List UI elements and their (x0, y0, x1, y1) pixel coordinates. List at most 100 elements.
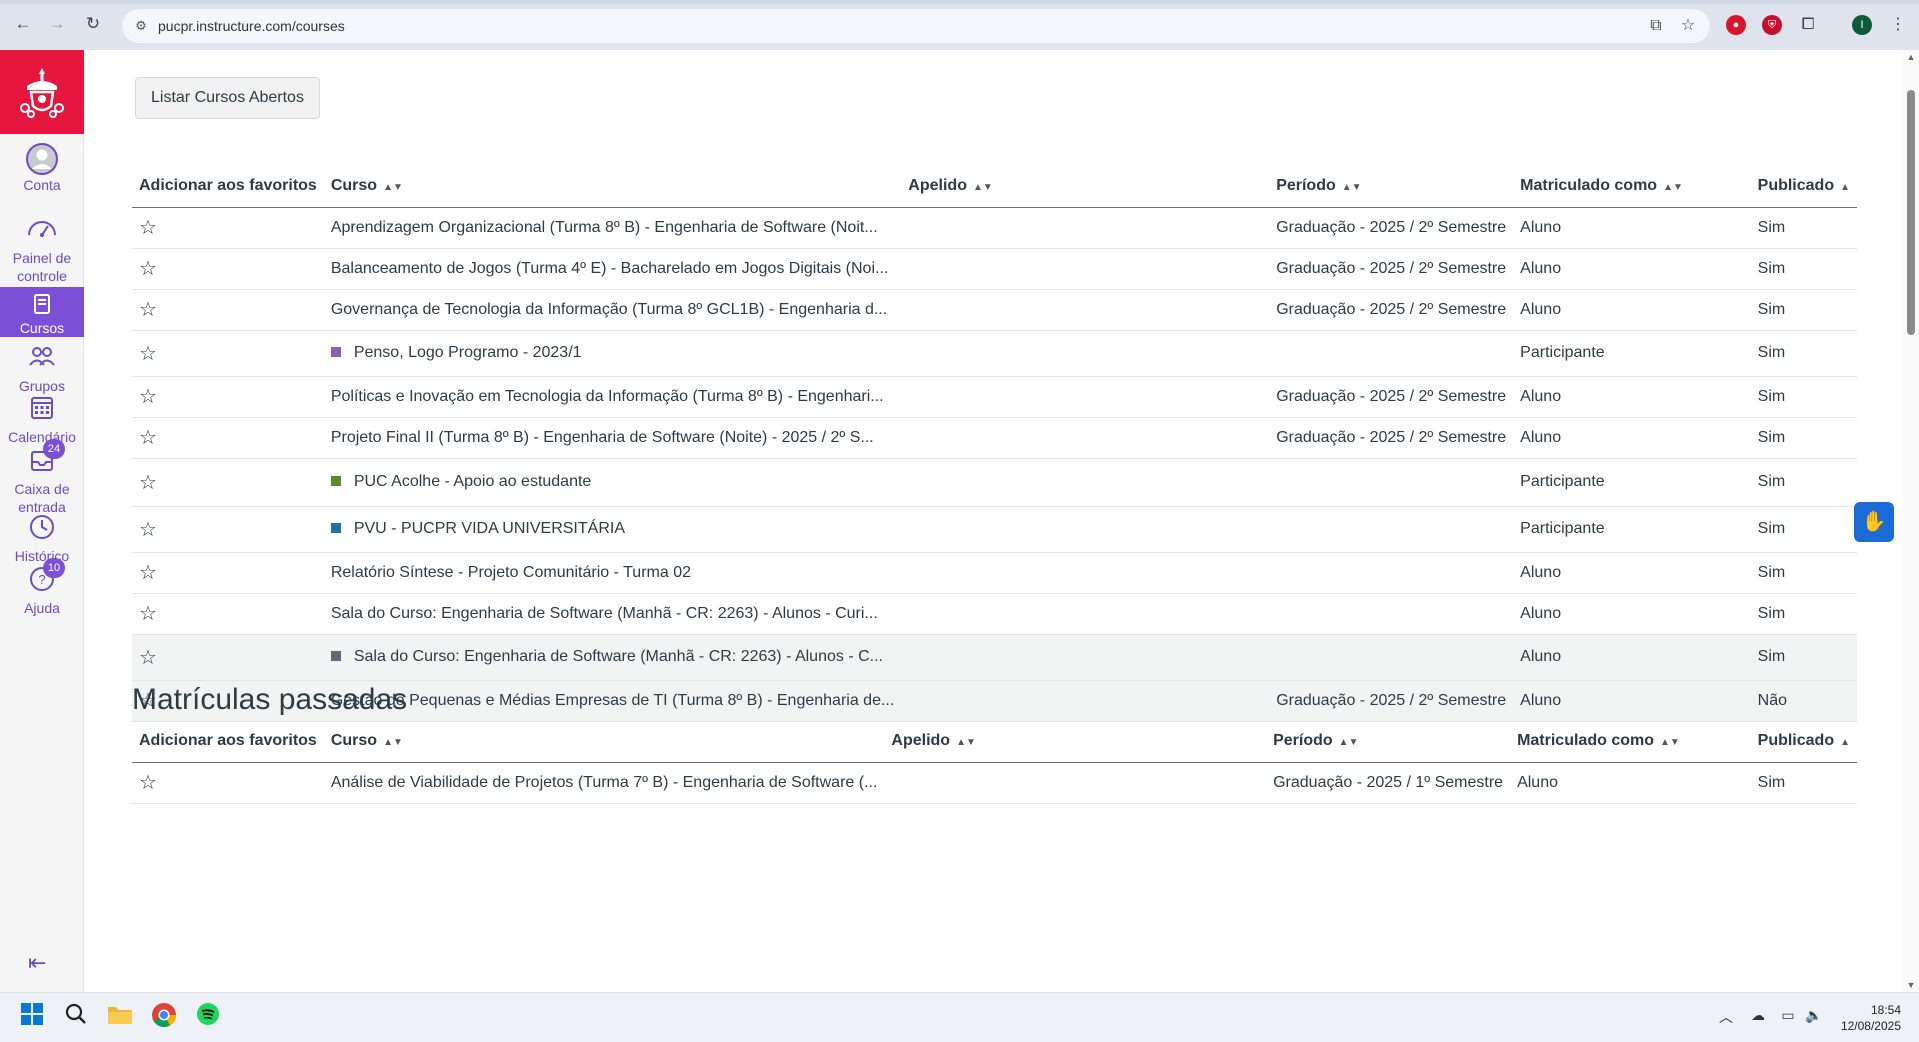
course-name[interactable]: Governança de Tecnologia da Informação (… (331, 301, 887, 318)
nav-item-inbox[interactable]: 24 Caixa de entrada (0, 439, 84, 516)
nav-item-groups[interactable]: Grupos (0, 343, 84, 395)
course-link[interactable]: Gestão de Pequenas e Médias Empresas de … (323, 680, 902, 722)
table-header-row: Adicionar aos favoritos Curso ▲▼ Apelido ▲… (132, 165, 1857, 208)
course-link[interactable]: Governança de Tecnologia da Informação (… (323, 289, 902, 331)
favorite-star-icon[interactable]: ☆ (132, 552, 324, 594)
nav-item-courses[interactable]: Cursos (0, 287, 84, 337)
course-name[interactable]: Gestão de Pequenas e Médias Empresas de … (331, 692, 894, 709)
bookmark-star-icon[interactable]: ☆ (1678, 16, 1698, 36)
back-icon[interactable]: ← (12, 13, 34, 35)
tray-network-icon[interactable]: ▭ (1778, 1007, 1798, 1027)
reload-icon[interactable]: ↻ (82, 13, 104, 35)
favorite-star-icon[interactable]: ☆ (132, 248, 324, 290)
nav-item-dashboard[interactable]: Painel de controle (0, 215, 84, 285)
extension-shield-icon[interactable]: ⛨ (1762, 15, 1782, 35)
col-favorite: Adicionar aos favoritos (132, 720, 324, 763)
search-icon[interactable] (60, 1002, 92, 1034)
course-link[interactable]: Aprendizagem Organizacional (Turma 8º B)… (323, 207, 902, 249)
col-term[interactable]: Período ▲▼ (1269, 165, 1514, 208)
menu-kebab-icon[interactable]: ⋮ (1888, 15, 1908, 35)
course-link[interactable]: Políticas e Inovação em Tecnologia da In… (323, 376, 902, 418)
chrome-browser-icon[interactable] (148, 1002, 180, 1034)
course-published: Sim (1750, 376, 1857, 418)
course-name[interactable]: Penso, Logo Programo - 2023/1 (354, 344, 582, 361)
course-term: Graduação - 2025 / 2º Semestre (1269, 248, 1514, 290)
favorite-star-icon[interactable]: ☆ (132, 762, 324, 804)
tray-volume-icon[interactable]: 🔈 (1804, 1007, 1824, 1027)
course-name[interactable]: Políticas e Inovação em Tecnologia da In… (331, 388, 884, 405)
install-app-icon[interactable]: ⧉ (1646, 16, 1666, 36)
col-published[interactable]: Publicado ▲ (1750, 165, 1857, 208)
file-explorer-icon[interactable] (104, 1002, 136, 1034)
col-course[interactable]: Curso ▲▼ (323, 165, 902, 208)
favorite-star-icon[interactable]: ☆ (132, 593, 324, 635)
favorite-star-icon[interactable]: ☆ (132, 506, 324, 553)
col-course[interactable]: Curso ▲▼ (323, 720, 885, 763)
course-nickname (901, 506, 1270, 553)
course-link[interactable]: Balanceamento de Jogos (Turma 4º E) - Ba… (323, 248, 902, 290)
course-name[interactable]: Balanceamento de Jogos (Turma 4º E) - Ba… (331, 260, 889, 277)
address-bar[interactable]: ⚙ pucpr.instructure.com/courses ⧉ ☆ (122, 9, 1710, 43)
tray-overflow-chevron-icon[interactable]: ︿ (1716, 1007, 1736, 1027)
col-term[interactable]: Período ▲▼ (1266, 720, 1511, 763)
course-link[interactable]: Sala do Curso: Engenharia de Software (M… (323, 593, 902, 635)
course-name[interactable]: Aprendizagem Organizacional (Turma 8º B)… (331, 219, 878, 236)
col-enrolled-as[interactable]: Matriculado como ▲▼ (1510, 720, 1751, 763)
course-name[interactable]: Projeto Final II (Turma 8º B) - Engenhar… (331, 429, 874, 446)
system-clock[interactable]: 18:54 12/08/2025 (1841, 1002, 1901, 1034)
favorite-star-icon[interactable]: ☆ (132, 330, 324, 377)
profile-avatar[interactable]: I (1852, 15, 1872, 35)
accessibility-sign-language-icon[interactable]: ✋ (1854, 502, 1894, 542)
col-nickname[interactable]: Apelido ▲▼ (884, 720, 1267, 763)
favorite-star-icon[interactable]: ☆ (132, 289, 324, 331)
favorite-star-icon[interactable]: ☆ (132, 376, 324, 418)
browser-chrome: ← → ↻ ⚙ pucpr.instructure.com/courses ⧉ … (0, 0, 1919, 50)
calendar-icon (25, 394, 59, 424)
col-nickname[interactable]: Apelido ▲▼ (901, 165, 1270, 208)
col-enrolled-as[interactable]: Matriculado como ▲▼ (1513, 165, 1751, 208)
tray-onedrive-icon[interactable]: ☁ (1748, 1007, 1768, 1027)
course-link[interactable]: Análise de Viabilidade de Projetos (Turm… (323, 762, 885, 804)
scrollbar-thumb[interactable] (1907, 90, 1915, 335)
list-open-courses-button[interactable]: Listar Cursos Abertos (135, 77, 320, 119)
nav-item-account[interactable]: Conta (0, 142, 84, 194)
course-name[interactable]: PVU - PUCPR VIDA UNIVERSITÁRIA (354, 520, 625, 537)
course-term: Graduação - 2025 / 2º Semestre (1269, 417, 1514, 459)
pucpr-crest-icon (20, 68, 64, 118)
nav-item-calendar[interactable]: Calendário (0, 394, 84, 446)
sort-icon: ▲▼ (1338, 736, 1359, 748)
spotify-icon[interactable] (192, 1002, 224, 1034)
course-link[interactable]: Projeto Final II (Turma 8º B) - Engenhar… (323, 417, 902, 459)
course-name[interactable]: Relatório Síntese - Projeto Comunitário … (331, 564, 691, 581)
nav-item-help[interactable]: ? 10 Ajuda (0, 558, 84, 617)
col-published[interactable]: Publicado ▲ (1750, 720, 1857, 763)
course-term: Graduação - 2025 / 1º Semestre (1266, 762, 1511, 804)
collapse-nav-icon[interactable]: ⇤ (28, 950, 56, 975)
course-link[interactable]: Relatório Síntese - Projeto Comunitário … (323, 552, 902, 594)
course-name[interactable]: Sala do Curso: Engenharia de Software (M… (331, 605, 878, 622)
institution-logo[interactable] (0, 50, 84, 134)
extensions-puzzle-icon[interactable]: ⧠ (1798, 15, 1818, 35)
favorite-star-icon[interactable]: ☆ (132, 634, 324, 681)
scroll-up-icon[interactable]: ▲ (1906, 52, 1916, 62)
nav-item-history[interactable]: Histórico (0, 513, 84, 565)
favorite-star-icon[interactable]: ☆ (132, 458, 324, 507)
course-enrolled-as: Aluno (1513, 593, 1751, 635)
course-nickname (901, 417, 1270, 459)
favorite-star-icon[interactable]: ☆ (132, 417, 324, 459)
course-name[interactable]: Análise de Viabilidade de Projetos (Turm… (331, 774, 878, 791)
page-scrollbar[interactable]: ▲ ▼ (1903, 50, 1919, 992)
course-link[interactable]: PVU - PUCPR VIDA UNIVERSITÁRIA (323, 506, 902, 553)
course-name[interactable]: Sala do Curso: Engenharia de Software (M… (354, 648, 883, 665)
course-link[interactable]: Penso, Logo Programo - 2023/1 (323, 330, 902, 377)
course-link[interactable]: Sala do Curso: Engenharia de Software (M… (323, 634, 902, 681)
favorite-star-icon[interactable]: ☆ (132, 207, 324, 249)
url-text[interactable]: pucpr.instructure.com/courses (158, 18, 345, 34)
scroll-down-icon[interactable]: ▼ (1906, 980, 1916, 990)
forward-icon[interactable]: → (46, 13, 68, 35)
course-name[interactable]: PUC Acolhe - Apoio ao estudante (354, 473, 592, 490)
windows-start-icon[interactable] (16, 1002, 48, 1034)
course-link[interactable]: PUC Acolhe - Apoio ao estudante (323, 458, 902, 507)
extension-adblock-icon[interactable]: ● (1726, 15, 1746, 35)
site-info-icon[interactable]: ⚙ (132, 17, 150, 35)
